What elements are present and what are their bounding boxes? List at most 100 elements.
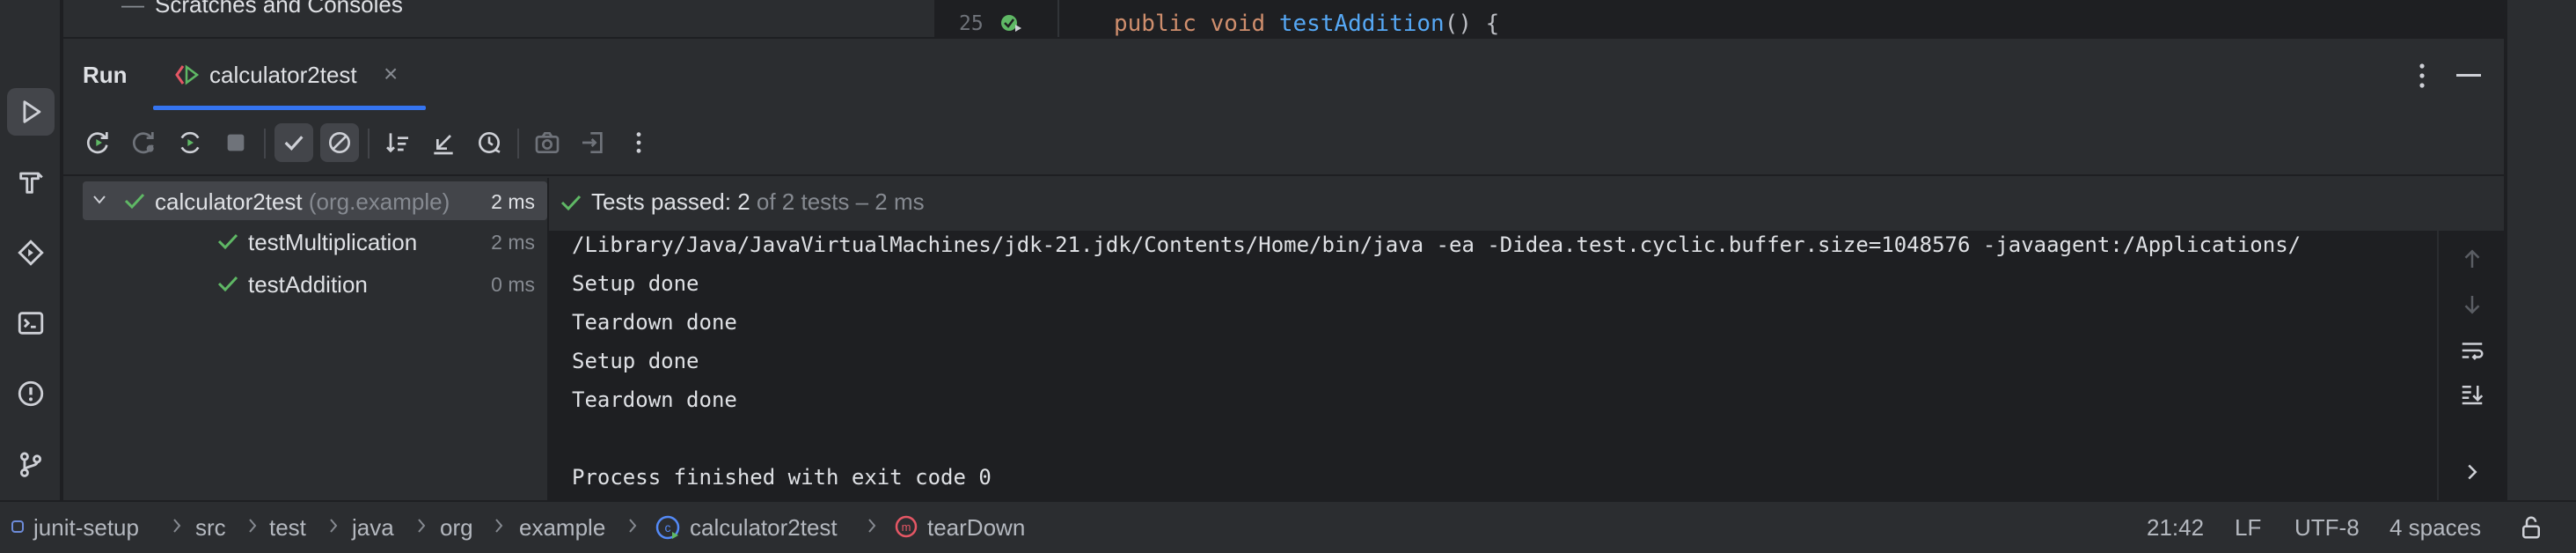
test-history-button[interactable] xyxy=(470,123,509,162)
console-output[interactable]: /Library/Java/JavaVirtualMachines/jdk-21… xyxy=(549,231,2437,502)
cursor-position[interactable]: 21:42 xyxy=(2147,514,2204,542)
run-test-gutter-icon[interactable] xyxy=(999,12,1022,33)
stop-button[interactable] xyxy=(216,123,255,162)
test-status-bar: Tests passed: 2 of 2 tests – 2 ms xyxy=(549,178,2504,231)
scroll-down-button[interactable] xyxy=(2456,289,2488,321)
console-side-toolbar xyxy=(2437,231,2504,502)
test-duration: 2 ms xyxy=(491,231,535,254)
breadcrumb-src[interactable]: src xyxy=(195,514,226,542)
line-number: 25 xyxy=(959,12,984,35)
chevron-right-icon xyxy=(868,519,876,533)
more-options-icon[interactable] xyxy=(2418,62,2426,90)
tree-root-calculator2test[interactable]: calculator2test (org.example) 2 ms xyxy=(83,181,547,220)
console-line: Teardown done xyxy=(572,310,737,335)
module-icon xyxy=(11,520,24,533)
soft-wrap-button[interactable] xyxy=(2456,335,2488,366)
tests-passed-count: Tests passed: 2 xyxy=(591,188,750,215)
rerun-icon xyxy=(86,132,108,154)
tree-item-testMultiplication[interactable]: testMultiplication 2 ms xyxy=(83,222,547,261)
git-tool-button[interactable] xyxy=(7,440,55,488)
toolbar-separator xyxy=(264,129,266,159)
code-editor[interactable]: 25 public void testAddition() { xyxy=(934,0,2504,37)
rerun-failed-icon xyxy=(132,132,154,154)
status-bar: junit-setup src test java org example c … xyxy=(0,500,2576,553)
right-tool-strip xyxy=(2506,0,2576,500)
console-line: Setup done xyxy=(572,349,699,373)
test-package: (org.example) xyxy=(308,188,450,215)
project-tree-item[interactable]: — Scratches and Consoles xyxy=(121,0,403,18)
rerun-failed-button[interactable] xyxy=(125,123,164,162)
import-tests-button[interactable] xyxy=(574,123,612,162)
arrow-down-icon xyxy=(2464,296,2480,314)
breadcrumb-java[interactable]: java xyxy=(352,514,394,542)
chevron-right-icon xyxy=(418,519,426,533)
show-ignored-button[interactable] xyxy=(320,123,359,162)
services-tool-button[interactable] xyxy=(7,229,55,276)
hammer-icon xyxy=(19,172,43,194)
code-method-name: testAddition xyxy=(1278,11,1445,37)
run-title: Run xyxy=(83,62,128,88)
toggle-auto-test-button[interactable] xyxy=(171,123,209,162)
terminal-tool-button[interactable] xyxy=(7,299,55,347)
editor-area: — Scratches and Consoles 25 public void t… xyxy=(63,0,2504,37)
test-method-name: testMultiplication xyxy=(248,229,418,255)
more-vertical-icon xyxy=(636,132,641,153)
indent-setting[interactable]: 4 spaces xyxy=(2389,514,2481,542)
tab-calculator2test[interactable]: calculator2test × xyxy=(153,39,484,111)
breadcrumb-org[interactable]: org xyxy=(440,514,473,542)
problems-tool-button[interactable] xyxy=(7,370,55,417)
project-tree-item-label: Scratches and Consoles xyxy=(155,0,403,18)
active-tab-indicator xyxy=(153,106,426,110)
collapse-icon xyxy=(434,135,453,155)
test-run-config-icon xyxy=(175,64,200,85)
tab-close-icon[interactable]: × xyxy=(384,60,398,88)
breadcrumb-method[interactable]: tearDown xyxy=(927,514,1025,542)
chevron-down-icon[interactable] xyxy=(91,194,107,206)
terminal-icon xyxy=(18,312,44,335)
chevron-right-icon xyxy=(629,519,637,533)
breadcrumb-example[interactable]: example xyxy=(519,514,605,542)
run-toolbar xyxy=(63,111,2504,176)
console-line: Teardown done xyxy=(572,387,737,412)
import-icon xyxy=(582,132,603,153)
collapse-all-button[interactable] xyxy=(424,123,463,162)
tab-label: calculator2test xyxy=(209,62,357,88)
tests-summary: of 2 tests – 2 ms xyxy=(756,188,925,215)
toolbar-separator xyxy=(517,129,519,159)
method-icon: m xyxy=(895,515,918,538)
tree-item-testAddition[interactable]: testAddition 0 ms xyxy=(83,264,547,303)
test-class-name: calculator2test xyxy=(155,188,303,215)
run-icon xyxy=(23,100,41,123)
more-toolbar-button[interactable] xyxy=(619,123,658,162)
soft-wrap-icon xyxy=(2462,343,2484,360)
test-passed-icon xyxy=(217,276,238,292)
run-tool-button[interactable] xyxy=(7,88,55,136)
scroll-up-button[interactable] xyxy=(2456,243,2488,275)
svg-text:c: c xyxy=(665,520,671,535)
breadcrumb-test[interactable]: test xyxy=(269,514,306,542)
scroll-to-end-button[interactable] xyxy=(2456,379,2488,410)
breadcrumb-class[interactable]: calculator2test xyxy=(690,514,838,542)
services-icon xyxy=(18,240,44,266)
run-header: Run calculator2test × xyxy=(63,39,2504,111)
rerun-button[interactable] xyxy=(79,123,118,162)
console-line: Setup done xyxy=(572,271,699,296)
minimize-icon[interactable] xyxy=(2456,74,2481,77)
file-encoding[interactable]: UTF-8 xyxy=(2294,514,2360,542)
run-tool-window: Run calculator2test × calculator2test (o… xyxy=(63,37,2504,502)
lock-icon[interactable] xyxy=(2518,514,2544,541)
code-keyword: public xyxy=(1114,11,1197,37)
gutter-separator xyxy=(1057,0,1059,37)
code-line: public void testAddition() { xyxy=(1114,11,1499,37)
test-method-name: testAddition xyxy=(248,271,368,298)
screenshot-button[interactable] xyxy=(528,123,567,162)
test-duration: 2 ms xyxy=(491,190,535,213)
build-tool-button[interactable] xyxy=(7,159,55,206)
breadcrumb-project[interactable]: junit-setup xyxy=(33,514,139,542)
show-passed-button[interactable] xyxy=(274,123,313,162)
auto-test-icon xyxy=(180,131,200,154)
expand-side-button[interactable] xyxy=(2456,456,2488,488)
sort-button[interactable] xyxy=(378,123,417,162)
line-separator[interactable]: LF xyxy=(2235,514,2261,542)
test-passed-icon xyxy=(124,193,145,210)
